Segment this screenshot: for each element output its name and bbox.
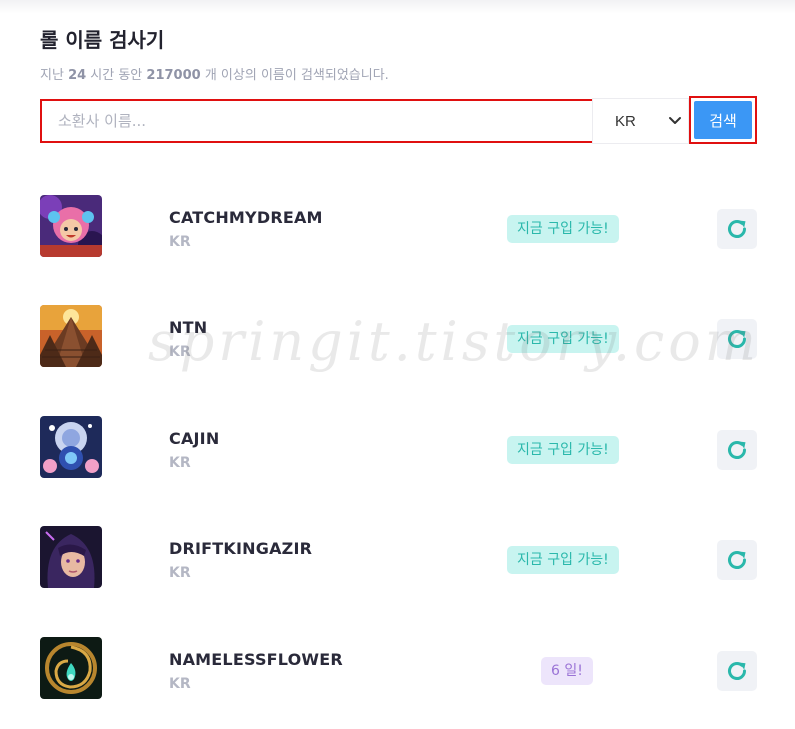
summoner-name: NTN	[169, 318, 208, 337]
top-shadow	[0, 0, 795, 14]
summoner-region: KR	[169, 455, 191, 471]
refresh-button[interactable]	[717, 430, 757, 470]
result-row: CATCHMYDREAM KR 지금 구입 가능!	[40, 195, 757, 259]
subtitle-prefix: 지난	[40, 68, 64, 83]
availability-badge: 지금 구입 가능!	[507, 325, 619, 353]
refresh-button[interactable]	[717, 651, 757, 691]
summoner-name: NAMELESSFLOWER	[169, 650, 343, 669]
refresh-button[interactable]	[717, 540, 757, 580]
result-row: NAMELESSFLOWER KR 6 일!	[40, 637, 757, 701]
refresh-icon	[728, 551, 746, 569]
summoner-name: CATCHMYDREAM	[169, 208, 323, 227]
champion-avatar-pink-hair	[40, 195, 102, 257]
result-row: DRIFTKINGAZIR KR 지금 구입 가능!	[40, 526, 757, 590]
summoner-region: KR	[169, 234, 191, 250]
region-select[interactable]: KR	[592, 98, 689, 144]
page-subtitle: 지난 24 시간 동안 217000 개 이상의 이름이 검색되었습니다.	[40, 64, 389, 83]
days-remaining-badge: 6 일!	[541, 657, 593, 685]
summoner-region: KR	[169, 676, 191, 692]
summoner-name: DRIFTKINGAZIR	[169, 539, 313, 558]
refresh-icon	[728, 441, 746, 459]
subtitle-count: 217000	[146, 68, 201, 83]
refresh-icon	[728, 220, 746, 238]
search-button[interactable]: 검색	[694, 101, 752, 139]
refresh-button[interactable]	[717, 319, 757, 359]
availability-badge: 지금 구입 가능!	[507, 215, 619, 243]
summoner-region: KR	[169, 344, 191, 360]
summoner-name: CAJIN	[169, 429, 220, 448]
region-select-value: KR	[615, 113, 636, 130]
subtitle-suffix: 개 이상의 이름이 검색되었습니다.	[204, 68, 389, 83]
result-row: CAJIN KR 지금 구입 가능!	[40, 416, 757, 480]
refresh-icon	[728, 330, 746, 348]
refresh-button[interactable]	[717, 209, 757, 249]
pyramid-avatar	[40, 305, 102, 367]
chevron-down-icon	[669, 117, 681, 124]
result-row: NTN KR 지금 구입 가능!	[40, 305, 757, 369]
page-title: 롤 이름 검사기	[40, 28, 165, 52]
availability-badge: 지금 구입 가능!	[507, 436, 619, 464]
availability-badge: 지금 구입 가능!	[507, 546, 619, 574]
golden-spiral-flame-avatar	[40, 637, 102, 699]
dark-hair-champion-avatar	[40, 526, 102, 588]
summoner-name-input[interactable]	[40, 99, 605, 143]
summoner-region: KR	[169, 565, 191, 581]
crystal-orb-avatar	[40, 416, 102, 478]
subtitle-hours: 24	[68, 68, 87, 83]
subtitle-mid: 시간 동안	[90, 68, 143, 83]
refresh-icon	[728, 662, 746, 680]
